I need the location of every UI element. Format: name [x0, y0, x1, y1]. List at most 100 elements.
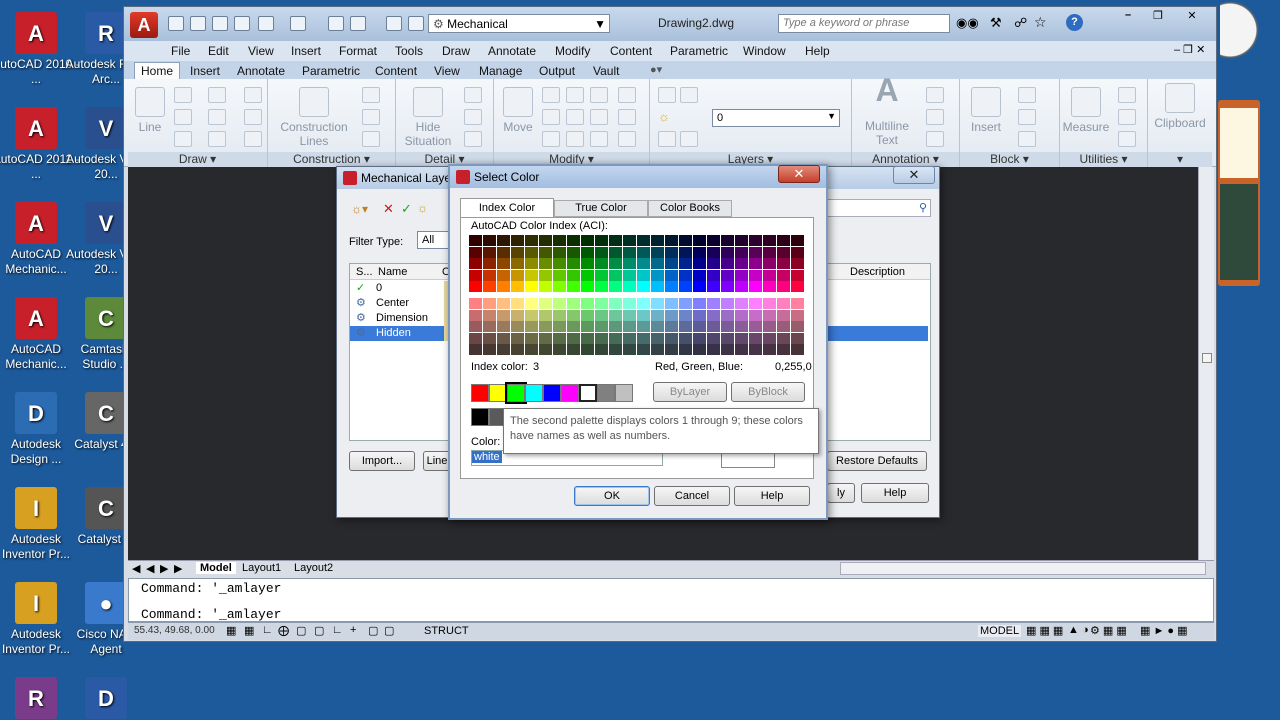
color-swatch[interactable] — [553, 281, 566, 293]
dyn-mode-icon[interactable]: + — [350, 624, 356, 636]
polyline-icon[interactable] — [208, 87, 226, 103]
color-swatch[interactable] — [497, 281, 510, 293]
color-swatch[interactable] — [595, 235, 608, 246]
color-swatch[interactable] — [637, 269, 650, 281]
color-swatch[interactable] — [609, 235, 622, 246]
color-swatch[interactable] — [609, 246, 622, 258]
leader-icon[interactable] — [926, 109, 944, 125]
color-swatch[interactable] — [567, 321, 580, 333]
layer-row[interactable]: ✓ 0 — [350, 281, 450, 296]
color-swatch[interactable] — [749, 235, 762, 246]
panel-title-draw[interactable]: Draw ▾ — [128, 152, 267, 167]
ellipse-icon[interactable] — [174, 131, 192, 147]
layer-properties-icon[interactable] — [658, 87, 676, 103]
color-swatch[interactable] — [623, 344, 636, 356]
standard-color-swatch[interactable] — [579, 384, 597, 402]
color-swatch[interactable] — [553, 258, 566, 270]
color-swatch[interactable] — [777, 281, 790, 293]
measure-tool[interactable]: Measure — [1062, 87, 1110, 134]
publish-icon[interactable] — [350, 16, 366, 31]
color-swatch[interactable] — [791, 344, 804, 356]
color-swatch[interactable] — [553, 344, 566, 356]
insert-tool[interactable]: Insert — [964, 87, 1008, 134]
color-swatch[interactable] — [735, 298, 748, 309]
color-swatch[interactable] — [749, 321, 762, 333]
color-swatch[interactable] — [693, 309, 706, 321]
color-swatch[interactable] — [497, 298, 510, 309]
color-swatch[interactable] — [721, 246, 734, 258]
color-swatch[interactable] — [721, 269, 734, 281]
tray-settings-icon[interactable]: ▦ ► ● ▦ — [1140, 624, 1188, 637]
tab-content[interactable]: Content — [375, 64, 417, 78]
color-swatch[interactable] — [721, 281, 734, 293]
color-swatch[interactable] — [581, 269, 594, 281]
color-swatch[interactable] — [777, 235, 790, 246]
color-swatch[interactable] — [763, 309, 776, 321]
color-swatch[interactable] — [511, 309, 524, 321]
color-swatch[interactable] — [707, 321, 720, 333]
color-swatch[interactable] — [665, 321, 678, 333]
color-swatch[interactable] — [553, 246, 566, 258]
detail-view-icon[interactable] — [464, 87, 482, 103]
color-swatch[interactable] — [511, 281, 524, 293]
table-icon[interactable] — [926, 131, 944, 147]
quick-view-icon[interactable]: ▦ ▦ ▦ — [1026, 624, 1063, 637]
erase-icon[interactable] — [618, 87, 636, 103]
fillet-icon[interactable] — [590, 109, 608, 125]
color-swatch[interactable] — [581, 321, 594, 333]
color-swatch[interactable] — [679, 258, 692, 270]
color-swatch[interactable] — [567, 298, 580, 309]
color-swatch[interactable] — [469, 246, 482, 258]
color-swatch[interactable] — [595, 344, 608, 356]
color-swatch[interactable] — [791, 235, 804, 246]
color-swatch[interactable] — [721, 332, 734, 344]
color-swatch[interactable] — [581, 281, 594, 293]
color-swatch[interactable] — [637, 309, 650, 321]
color-swatch[interactable] — [469, 344, 482, 356]
color-swatch[interactable] — [525, 235, 538, 246]
color-swatch[interactable] — [749, 269, 762, 281]
color-swatch[interactable] — [651, 258, 664, 270]
color-swatch[interactable] — [665, 269, 678, 281]
color-swatch[interactable] — [763, 298, 776, 309]
color-swatch[interactable] — [525, 321, 538, 333]
layer-state-icon[interactable] — [680, 87, 698, 103]
plot-icon[interactable] — [328, 16, 344, 31]
tab-model[interactable]: Model — [196, 562, 236, 574]
standard-color-swatch[interactable] — [615, 384, 633, 402]
color-swatch[interactable] — [609, 344, 622, 356]
filter-type-select[interactable]: All — [417, 231, 449, 249]
create-block-icon[interactable] — [1018, 87, 1036, 103]
color-swatch[interactable] — [777, 298, 790, 309]
construction-lines-tool[interactable]: Construction Lines — [276, 87, 352, 148]
color-swatch[interactable] — [791, 309, 804, 321]
minimize-button[interactable]: – — [1114, 9, 1142, 27]
menu-view[interactable]: View — [248, 44, 274, 58]
column-name[interactable]: Name — [378, 266, 407, 278]
save-as-icon[interactable] — [234, 16, 250, 31]
tab-index-color[interactable]: Index Color — [460, 198, 554, 218]
binoculars-icon[interactable]: ◉◉ — [956, 15, 979, 31]
clipboard-tool[interactable]: Clipboard — [1152, 83, 1208, 130]
color-swatch[interactable] — [497, 235, 510, 246]
color-swatch[interactable] — [609, 298, 622, 309]
color-swatch[interactable] — [693, 269, 706, 281]
column-status[interactable]: S... — [356, 266, 373, 278]
color-swatch[interactable] — [623, 246, 636, 258]
color-swatch[interactable] — [623, 258, 636, 270]
color-swatch[interactable] — [539, 309, 552, 321]
offset-icon[interactable] — [244, 109, 262, 125]
color-swatch[interactable] — [707, 298, 720, 309]
color-swatch[interactable] — [693, 246, 706, 258]
color-swatch[interactable] — [791, 258, 804, 270]
color-swatch[interactable] — [735, 269, 748, 281]
color-swatch[interactable] — [469, 298, 482, 309]
tab-annotate[interactable]: Annotate — [237, 64, 285, 78]
help-icon[interactable]: ? — [1066, 14, 1083, 31]
color-swatch[interactable] — [511, 332, 524, 344]
color-swatch[interactable] — [623, 332, 636, 344]
tab-parametric[interactable]: Parametric — [302, 64, 360, 78]
color-swatch[interactable] — [665, 332, 678, 344]
aci-palette-main[interactable] — [469, 235, 809, 293]
tab-manage[interactable]: Manage — [479, 64, 522, 78]
